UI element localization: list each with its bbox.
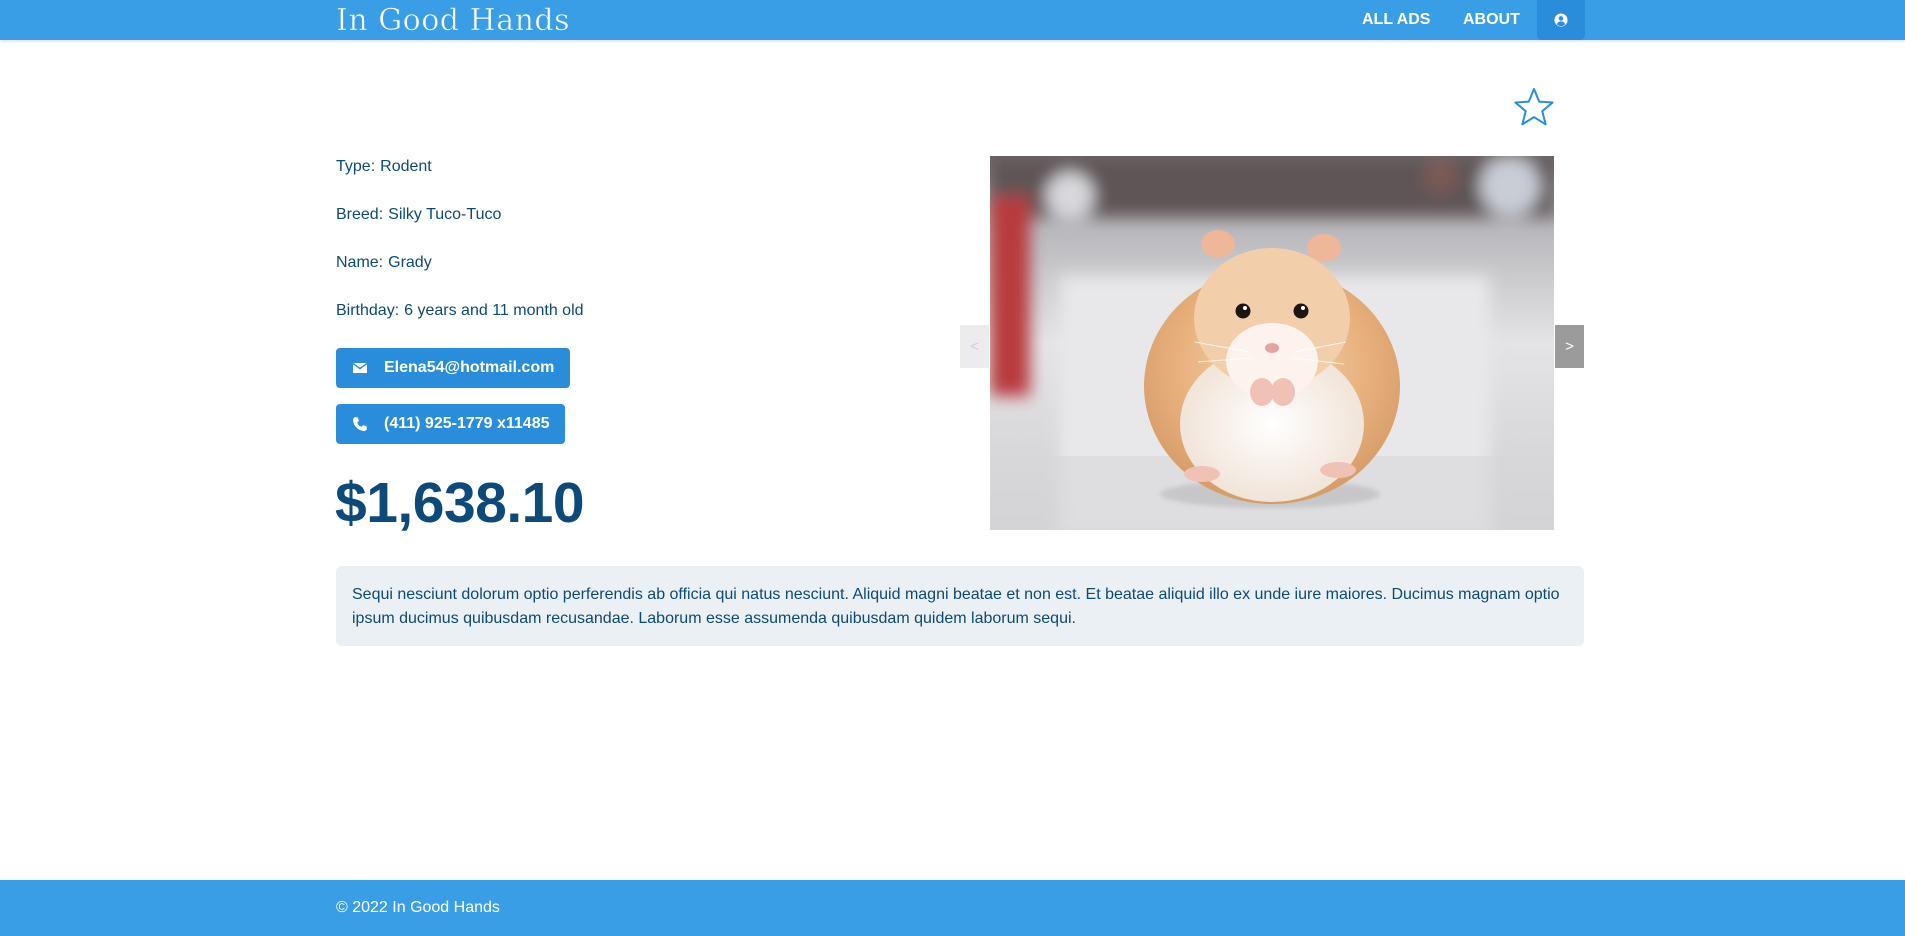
pet-birthday-value: 6 years and 11 month old	[404, 302, 584, 319]
footer: © 2022 In Good Hands	[0, 880, 1905, 936]
pet-photo	[990, 156, 1554, 530]
user-menu-button[interactable]	[1537, 0, 1585, 40]
pet-birthday-label: Birthday:	[336, 302, 400, 319]
favorite-button[interactable]	[1512, 86, 1556, 128]
pet-birthday: Birthday: 6 years and 11 month old	[336, 302, 584, 320]
top-navbar: In Good Hands ALL ADS ABOUT	[0, 0, 1905, 40]
pet-name-value: Grady	[388, 254, 432, 271]
price: $1,638.10	[335, 471, 585, 535]
pet-type: Type: Rodent	[336, 158, 432, 176]
carousel-next-button[interactable]: >	[1555, 325, 1584, 368]
email-contact-button[interactable]: Elena54@hotmail.com	[336, 348, 571, 388]
pet-type-value: Rodent	[380, 158, 432, 175]
pet-type-label: Type:	[336, 158, 376, 175]
email-text: Elena54@hotmail.com	[384, 359, 555, 376]
nav-about-link[interactable]: ABOUT	[1463, 0, 1520, 40]
pet-breed: Breed: Silky Tuco-Tuco	[336, 206, 501, 224]
ad-description: Sequi nesciunt dolorum optio perferendis…	[336, 566, 1584, 646]
phone-icon	[352, 416, 368, 432]
phone-text: (411) 925-1779 x11485	[384, 415, 550, 432]
pet-breed-label: Breed:	[336, 206, 384, 223]
phone-contact-button[interactable]: (411) 925-1779 x11485	[336, 404, 566, 444]
brand-logo[interactable]: In Good Hands	[336, 2, 570, 40]
envelope-icon	[352, 360, 368, 376]
carousel-prev-button[interactable]: <	[960, 325, 989, 368]
nav-all-ads-link[interactable]: ALL ADS	[1362, 0, 1430, 40]
pet-breed-value: Silky Tuco-Tuco	[388, 206, 502, 223]
user-circle-icon	[1554, 13, 1568, 27]
footer-copyright: © 2022 In Good Hands	[336, 899, 500, 916]
pet-name-label: Name:	[336, 254, 384, 271]
pet-name: Name: Grady	[336, 254, 432, 272]
star-outline-icon	[1514, 88, 1554, 126]
